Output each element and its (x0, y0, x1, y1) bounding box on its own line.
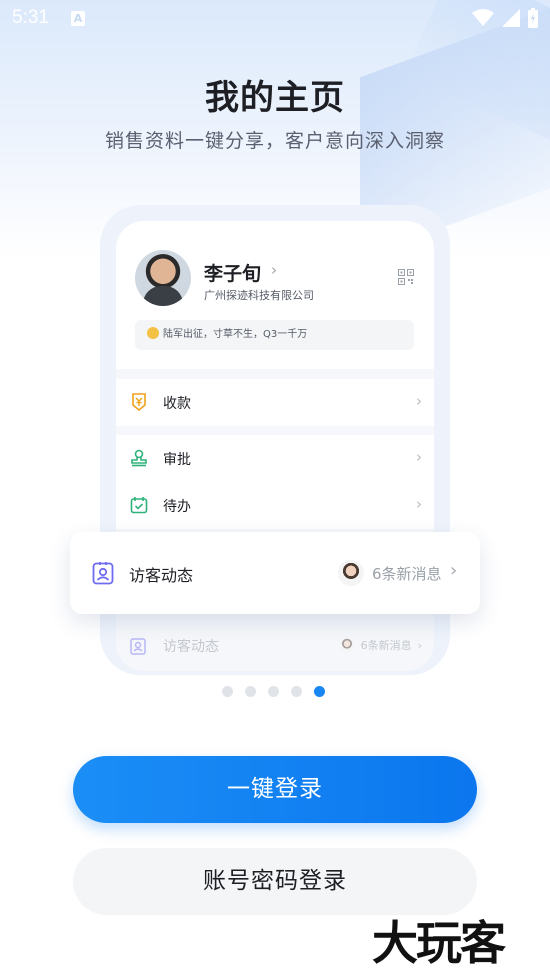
menu-item-approval[interactable]: 审批 › (116, 435, 434, 482)
menu-item-label: 待办 (163, 498, 191, 515)
carousel-dot-active[interactable] (314, 686, 325, 697)
visitor-row-faded: 访客动态 6条新消息 › (116, 626, 434, 666)
password-login-button[interactable]: 账号密码登录 (73, 848, 477, 915)
status-icons (472, 8, 538, 28)
profile-company: 广州探迹科技有限公司 (204, 289, 314, 302)
chevron-right-icon: › (416, 495, 422, 513)
carousel-indicator (222, 686, 325, 697)
watermark-logo: 大玩客 (372, 916, 506, 970)
carousel-dot[interactable] (222, 686, 233, 697)
calendar-check-icon (130, 497, 148, 514)
payment-icon (132, 393, 146, 411)
profile-motto: 陆军出征，寸草不生，Q3一千万 (135, 320, 414, 350)
avatar (135, 250, 191, 306)
status-bar: 5:31 A (0, 0, 550, 36)
visitor-messages: 6条新消息 (372, 565, 442, 583)
smile-emoji-icon (147, 327, 159, 339)
visitor-activity-card[interactable]: 访客动态 6条新消息 › (70, 532, 480, 614)
avatar-body (143, 286, 183, 306)
menu-item-todo[interactable]: 待办 › (116, 482, 434, 529)
page-title: 我的主页 (205, 78, 345, 118)
profile-card: 李子旬 › 广州探迹科技有限公司 陆军出征，寸草不生，Q3一千万 (116, 221, 434, 369)
signal-icon (502, 9, 520, 27)
chevron-right-icon: › (450, 560, 458, 581)
visitor-label: 访客动态 (129, 566, 194, 585)
status-time: 5:31 (12, 7, 49, 28)
visitor-messages-text: 6条新消息 (360, 639, 412, 652)
battery-icon (528, 8, 538, 28)
visitor-label-faded: 访客动态 (163, 639, 219, 655)
motto-text: 陆军出征，寸草不生，Q3一千万 (163, 329, 308, 340)
visitor-badge-icon (130, 638, 146, 655)
one-click-login-button[interactable]: 一键登录 (73, 756, 477, 823)
payment-card: 收款 › (116, 379, 434, 426)
visitor-avatar (338, 560, 364, 586)
chevron-right-icon: › (417, 638, 422, 652)
page-subtitle: 销售资料一键分享，客户意向深入洞察 (104, 130, 445, 152)
wifi-icon (472, 9, 494, 26)
carousel-dot[interactable] (245, 686, 256, 697)
chevron-right-icon: › (416, 392, 422, 410)
menu-item-label: 审批 (163, 451, 191, 468)
stamp-icon (131, 449, 147, 467)
qr-code-icon (398, 269, 414, 285)
profile-name: 李子旬 (204, 263, 262, 285)
notification-icon: A (70, 10, 85, 26)
visitor-messages-faded: 6条新消息 › (338, 637, 422, 653)
visitor-badge-icon (92, 562, 114, 585)
chevron-right-icon: › (416, 448, 422, 466)
menu-item-label: 收款 (163, 395, 191, 412)
workflow-card: 审批 › 待办 › (116, 435, 434, 529)
avatar (338, 637, 355, 653)
carousel-dot[interactable] (291, 686, 302, 697)
menu-item-payment[interactable]: 收款 › (116, 379, 434, 426)
carousel-dot[interactable] (268, 686, 279, 697)
chevron-right-icon: › (271, 261, 277, 279)
